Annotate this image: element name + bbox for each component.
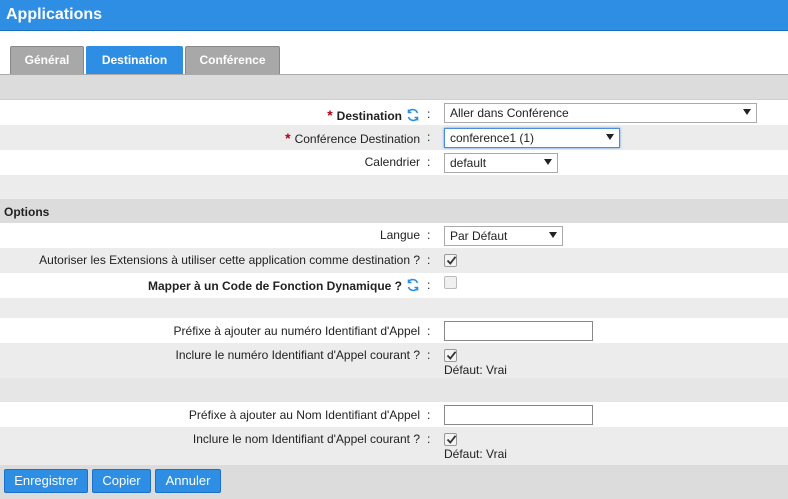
options-section-title: Options [4,205,50,219]
inclure-nom-checkbox[interactable] [444,433,457,446]
spacer-row [0,298,788,318]
checkmark-icon [446,435,457,444]
calendrier-select[interactable]: default [444,153,558,173]
chevron-down-icon [544,159,552,165]
colon: : [427,408,431,422]
langue-row: Langue : Par Défaut [0,223,788,248]
destination-select[interactable]: Aller dans Conférence [444,103,757,123]
colon: : [427,228,431,242]
inclure-numero-label: Inclure le numéro Identifiant d'Appel co… [175,348,420,362]
calendrier-select-value: default [450,156,487,170]
conference-destination-row: * Conférence Destination : conference1 (1… [0,125,788,150]
autoriser-extensions-checkbox[interactable] [444,254,457,267]
spacer-row [0,175,788,199]
required-mark: * [285,130,291,146]
checkmark-icon [446,256,457,265]
destination-label: * Destination [327,107,420,123]
form-actions: Enregistrer Copier Annuler [0,465,788,499]
page-title: Applications [6,6,103,23]
colon: : [427,107,431,121]
colon: : [427,155,431,169]
destination-row: * Destination : Aller dans Conférence [0,99,788,125]
langue-select-value: Par Défaut [450,229,508,243]
prefixe-numero-label: Préfixe à ajouter au numéro Identifiant … [173,324,420,338]
chevron-down-icon [606,134,614,140]
mapper-code-checkbox[interactable] [444,276,457,289]
langue-label: Langue [379,228,420,242]
tab-conference[interactable]: Conférence [185,46,280,74]
autoriser-extensions-label: Autoriser les Extensions à utiliser cett… [39,253,420,267]
tab-general[interactable]: Général [10,46,84,74]
conference-destination-select-value: conference1 (1) [450,131,535,145]
mapper-code-row: Mapper à un Code de Fonction Dynamique ?… [0,273,788,298]
chevron-down-icon [743,109,751,115]
inclure-numero-hint: Défaut: Vrai [444,363,507,377]
prefixe-nom-label: Préfixe à ajouter au Nom Identifiant d'A… [188,408,420,422]
cancel-button[interactable]: Annuler [155,469,221,493]
conference-destination-select[interactable]: conference1 (1) [444,128,620,148]
mapper-code-label: Mapper à un Code de Fonction Dynamique ? [148,278,420,293]
options-section-header: Options [0,199,788,223]
tab-destination[interactable]: Destination [86,46,183,74]
colon: : [427,432,431,446]
prefixe-numero-row: Préfixe à ajouter au numéro Identifiant … [0,318,788,343]
colon: : [427,278,431,292]
refresh-icon[interactable] [406,278,420,292]
inclure-nom-label: Inclure le nom Identifiant d'Appel coura… [192,432,420,446]
save-button[interactable]: Enregistrer [4,469,88,493]
inclure-nom-row: Inclure le nom Identifiant d'Appel coura… [0,427,788,465]
calendrier-row: Calendrier : default [0,150,788,175]
prefixe-numero-input[interactable] [444,321,593,341]
prefixe-nom-row: Préfixe à ajouter au Nom Identifiant d'A… [0,402,788,427]
colon: : [427,348,431,362]
colon: : [427,253,431,267]
title-bar: Applications [0,0,788,31]
colon: : [427,324,431,338]
prefixe-nom-input[interactable] [444,405,593,425]
destination-select-value: Aller dans Conférence [450,106,569,120]
calendrier-label: Calendrier [364,155,420,169]
refresh-icon[interactable] [406,108,420,122]
colon: : [427,130,431,144]
autoriser-extensions-row: Autoriser les Extensions à utiliser cett… [0,248,788,273]
checkmark-icon [446,351,457,360]
inclure-numero-row: Inclure le numéro Identifiant d'Appel co… [0,343,788,378]
chevron-down-icon [549,232,557,238]
required-mark: * [327,107,333,123]
langue-select[interactable]: Par Défaut [444,226,563,246]
conference-destination-label: * Conférence Destination [285,130,420,146]
inclure-numero-checkbox[interactable] [444,349,457,362]
copy-button[interactable]: Copier [92,469,151,493]
spacer-row [0,378,788,402]
tab-content-header [0,74,788,99]
inclure-nom-hint: Défaut: Vrai [444,447,507,461]
